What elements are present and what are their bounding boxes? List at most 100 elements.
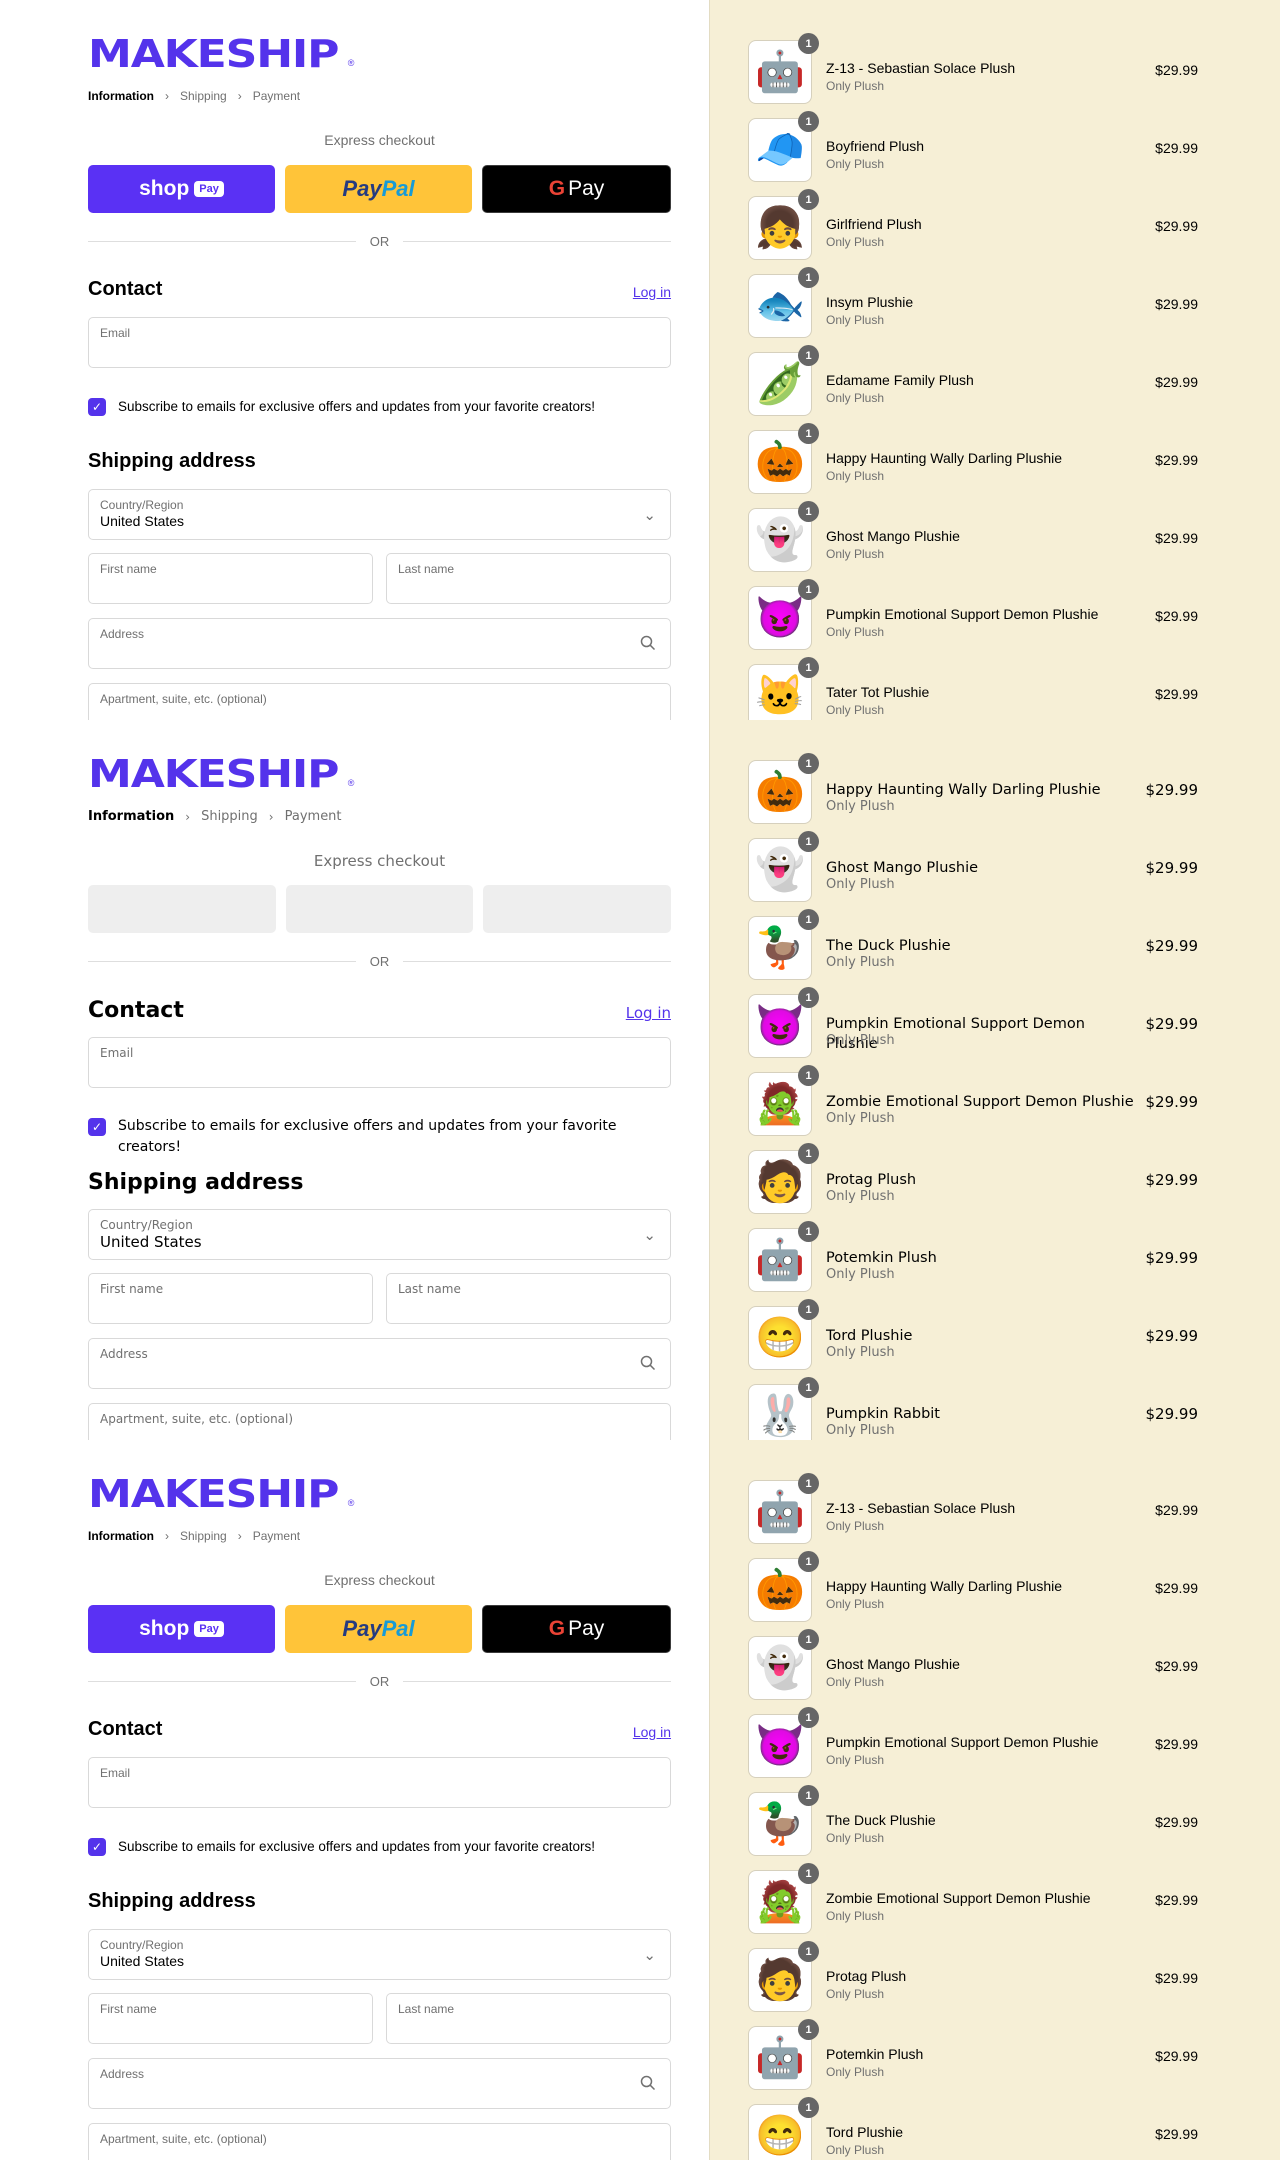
apartment-field[interactable]: Apartment, suite, etc. (optional): [88, 683, 671, 720]
checkout-panel: MAKESHIP ® Information › Shipping › Paym…: [0, 0, 1280, 720]
first-name-field[interactable]: First name: [88, 553, 373, 604]
quantity-badge: 1: [798, 1143, 819, 1164]
product-name: Tord Plushie: [826, 2124, 904, 2140]
last-name-field[interactable]: Last name: [386, 1993, 671, 2044]
subscribe-option[interactable]: ✓ Subscribe to emails for exclusive offe…: [88, 1116, 671, 1158]
plush-product-icon: 🐟: [755, 284, 805, 328]
quantity-badge: 1: [798, 1707, 819, 1728]
quantity-badge: 1: [798, 189, 819, 210]
checkout-panel: MAKESHIP ® Information › Shipping › Paym…: [0, 1440, 1280, 2160]
product-price: $29.99: [1145, 781, 1199, 799]
search-icon: [640, 1355, 656, 1375]
apartment-label: Apartment, suite, etc. (optional): [100, 2132, 267, 2146]
subscribe-label: Subscribe to emails for exclusive offers…: [118, 399, 595, 414]
subscribe-option[interactable]: ✓ Subscribe to emails for exclusive offe…: [88, 396, 671, 417]
cart-item: 🧢 1 Boyfriend Plush Only Plush $29.99: [748, 111, 1198, 182]
quantity-badge: 1: [798, 987, 819, 1008]
makeship-logo[interactable]: MAKESHIP ®: [88, 32, 355, 76]
quantity-badge: 1: [798, 579, 819, 600]
product-name: Zombie Emotional Support Demon Plushie: [826, 1890, 1091, 1906]
checkout-form: MAKESHIP ® Information › Shipping › Paym…: [88, 720, 672, 1440]
plush-product-icon: 🤖: [755, 1490, 805, 1534]
shop-pay-button[interactable]: shop Pay: [88, 165, 275, 213]
subscribe-checkbox[interactable]: ✓: [88, 1118, 106, 1136]
product-thumbnail: 🎃 1: [748, 1551, 819, 1622]
makeship-logo[interactable]: MAKESHIP ®: [88, 752, 354, 796]
breadcrumb: Information › Shipping › Payment: [88, 89, 300, 103]
product-name: Pumpkin Rabbit: [826, 1406, 940, 1422]
divider-line: [88, 240, 356, 242]
product-thumbnail: 😁 1: [748, 2097, 819, 2160]
breadcrumb-payment[interactable]: Payment: [285, 809, 342, 824]
address-label: Address: [100, 627, 145, 641]
cart-item: 😈 1 Pumpkin Emotional Support Demon Plus…: [748, 579, 1198, 650]
product-variant: Only Plush: [826, 1033, 895, 1048]
breadcrumb-information: Information: [88, 1529, 154, 1543]
plush-product-icon: 😈: [755, 596, 805, 640]
address-field[interactable]: Address: [88, 1338, 671, 1389]
quantity-badge: 1: [798, 657, 819, 678]
last-name-field[interactable]: Last name: [386, 1273, 671, 1324]
express-checkout-buttons: shop Pay Pay Pal G Pay: [88, 1605, 671, 1654]
or-divider: OR: [88, 952, 671, 970]
country-select[interactable]: Country/Region United States ⌄: [88, 1209, 671, 1260]
email-field[interactable]: Email: [88, 317, 671, 368]
shop-pay-button[interactable]: shop Pay: [88, 1605, 275, 1653]
paypal-button[interactable]: Pay Pal: [285, 1605, 472, 1653]
google-pay-button[interactable]: G Pay: [482, 165, 671, 213]
login-link[interactable]: Log in: [633, 1724, 671, 1740]
login-link[interactable]: Log in: [633, 284, 671, 300]
apartment-field[interactable]: Apartment, suite, etc. (optional): [88, 1403, 671, 1440]
product-variant: Only Plush: [826, 625, 885, 639]
product-variant: Only Plush: [826, 157, 885, 171]
paypal-button[interactable]: Pay Pal: [285, 165, 472, 213]
email-field[interactable]: Email: [88, 1757, 671, 1808]
product-thumbnail: 🧟 1: [748, 1863, 819, 1934]
quantity-badge: 1: [798, 345, 819, 366]
breadcrumb-payment[interactable]: Payment: [253, 1529, 300, 1543]
or-divider: OR: [88, 1672, 671, 1690]
breadcrumb-payment[interactable]: Payment: [253, 89, 300, 103]
product-thumbnail: 🧑 1: [748, 1941, 819, 2012]
product-price: $29.99: [1145, 1171, 1199, 1189]
plush-product-icon: 🦆: [755, 926, 805, 970]
breadcrumb-shipping[interactable]: Shipping: [201, 809, 258, 824]
country-select[interactable]: Country/Region United States ⌄: [88, 489, 671, 540]
product-price: $29.99: [1155, 374, 1198, 390]
country-label: Country/Region: [100, 498, 184, 512]
product-thumbnail: 🦆 1: [748, 1785, 819, 1856]
product-price: $29.99: [1155, 1970, 1198, 1986]
registered-mark: ®: [347, 58, 355, 68]
email-field[interactable]: Email: [88, 1037, 671, 1088]
address-field[interactable]: Address: [88, 2058, 671, 2109]
apartment-field[interactable]: Apartment, suite, etc. (optional): [88, 2123, 671, 2160]
product-thumbnail: 🤖 1: [748, 2019, 819, 2090]
first-name-field[interactable]: First name: [88, 1273, 373, 1324]
order-summary: 🎃 1 Happy Haunting Wally Darling Plushie…: [748, 720, 1198, 1440]
quantity-badge: 1: [798, 501, 819, 522]
first-name-label: First name: [100, 2002, 157, 2016]
address-field[interactable]: Address: [88, 618, 671, 669]
last-name-label: Last name: [398, 2002, 455, 2016]
first-name-field[interactable]: First name: [88, 1993, 373, 2044]
product-price: $29.99: [1145, 1327, 1199, 1345]
first-name-label: First name: [100, 562, 157, 576]
subscribe-option[interactable]: ✓ Subscribe to emails for exclusive offe…: [88, 1836, 671, 1857]
order-summary: 🤖 1 Z-13 - Sebastian Solace Plush Only P…: [748, 1440, 1198, 2160]
product-price: $29.99: [1155, 1736, 1198, 1752]
last-name-field[interactable]: Last name: [386, 553, 671, 604]
subscribe-checkbox[interactable]: ✓: [88, 398, 106, 416]
subscribe-checkbox[interactable]: ✓: [88, 1838, 106, 1856]
or-label: OR: [369, 953, 390, 969]
makeship-logo[interactable]: MAKESHIP ®: [88, 1472, 354, 1516]
product-thumbnail: 🤖 1: [748, 33, 819, 104]
quantity-badge: 1: [798, 831, 819, 852]
product-thumbnail: 👻 1: [748, 501, 819, 572]
cart-item: 🧟 1 Zombie Emotional Support Demon Plush…: [748, 1065, 1198, 1136]
breadcrumb-shipping[interactable]: Shipping: [180, 89, 227, 103]
breadcrumb-shipping[interactable]: Shipping: [180, 1529, 227, 1543]
google-pay-button[interactable]: G Pay: [482, 1605, 671, 1653]
cart-item: 🐰 1 Pumpkin Rabbit Only Plush $29.99: [748, 1377, 1198, 1440]
login-link[interactable]: Log in: [626, 1004, 671, 1022]
country-select[interactable]: Country/Region United States ⌄: [88, 1929, 671, 1980]
